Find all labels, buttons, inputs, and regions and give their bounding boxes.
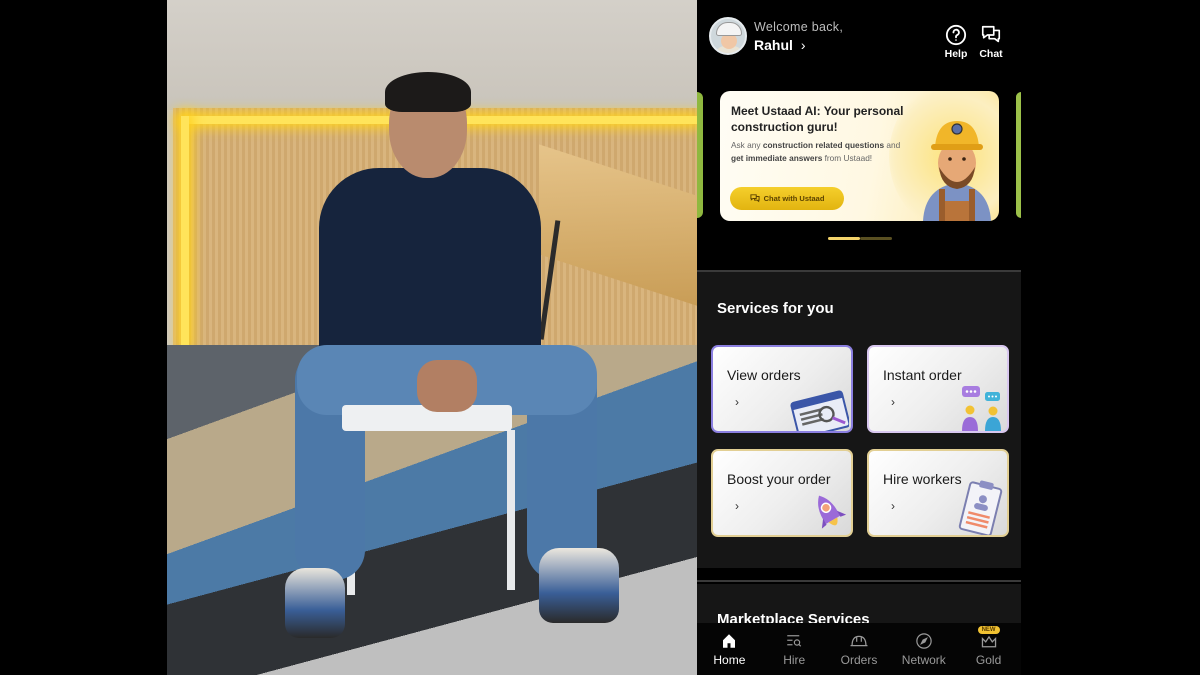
chevron-right-icon: › [735,395,739,409]
photo-person-shoe-right [539,548,619,623]
help-icon [945,24,967,46]
new-badge: NEW [977,626,1000,634]
nav-gold[interactable]: NEW Gold [956,623,1021,675]
hard-hat-icon [850,635,868,647]
photo-person-shirt [319,168,541,368]
nav-network[interactable]: Network [891,623,956,675]
chat-label: Chat [979,48,1003,60]
nav-label: Orders [840,653,878,667]
home-icon [723,634,736,648]
cta-label: Chat with Ustaad [763,194,825,203]
nav-orders[interactable]: Orders [827,623,892,675]
section-title: Services for you [717,300,834,317]
card-label: Hire workers [883,471,962,487]
carousel-next-peek[interactable] [1016,92,1021,218]
card-label: Boost your order [727,471,831,487]
chevron-right-icon: › [891,499,895,513]
nav-label: Hire [783,653,806,667]
search-list-icon [787,635,802,647]
nav-home[interactable]: Home [697,623,762,675]
app-screen: Welcome back, Rahul › Help Chat Meet Ust… [697,0,1021,675]
avatar-helmet-icon [716,22,742,36]
profile-link[interactable]: Rahul › [754,37,806,53]
chevron-right-icon: › [891,395,895,409]
ustaad-ai-banner[interactable]: Meet Ustaad AI: Your personal constructi… [720,91,999,221]
ustaad-mascot-illustration [923,121,991,221]
crown-icon [981,635,996,648]
photo-person-hair [385,72,471,112]
hire-workers-card[interactable]: Hire workers › [867,449,1009,537]
instant-order-card[interactable]: Instant order › [867,345,1009,433]
promo-carousel[interactable]: Meet Ustaad AI: Your personal constructi… [697,90,1021,222]
view-orders-card[interactable]: View orders › [711,345,853,433]
user-name: Rahul [754,37,793,53]
nav-label: Gold [975,653,1002,667]
help-button[interactable]: Help [939,24,973,60]
help-label: Help [944,48,968,60]
browser-search-icon [790,390,849,431]
nav-label: Network [901,653,946,667]
welcome-text: Welcome back, [754,20,844,34]
chat-people-icon [962,386,1001,431]
carousel-prev-peek[interactable] [697,92,703,218]
chevron-right-icon: › [800,37,806,53]
photo-person-hands [417,360,477,412]
carousel-dot-active[interactable] [828,237,860,240]
carousel-dot[interactable] [860,237,892,240]
chevron-right-icon: › [735,499,739,513]
app-header: Welcome back, Rahul › Help Chat [697,0,1021,80]
section-divider [697,568,1021,582]
services-section: Services for you View orders › Instant o… [697,272,1021,568]
chat-icon [749,194,760,203]
rocket-icon [818,495,847,529]
card-label: Instant order [883,367,962,383]
carousel-indicator [828,237,892,240]
boost-order-card[interactable]: Boost your order › [711,449,853,537]
chat-button[interactable]: Chat [974,24,1008,60]
banner-title: Meet Ustaad AI: Your personal constructi… [731,104,904,134]
photo-led-strip-vertical [181,116,189,346]
photo-person-shoe-left [285,568,345,638]
banner-description: Ask any construction related questions a… [731,140,901,163]
avatar[interactable] [709,17,747,55]
founder-photo [167,0,697,675]
clipboard-profile-icon [958,480,1003,535]
card-label: View orders [727,367,801,383]
chat-icon [981,25,1001,43]
photo-chair-leg [507,430,515,590]
bottom-nav: Home Hire Orders Network NEW Gold [697,623,1021,675]
compass-icon [916,633,932,649]
nav-hire[interactable]: Hire [762,623,827,675]
chat-with-ustaad-button[interactable]: Chat with Ustaad [730,187,844,210]
nav-label: Home [713,653,746,667]
